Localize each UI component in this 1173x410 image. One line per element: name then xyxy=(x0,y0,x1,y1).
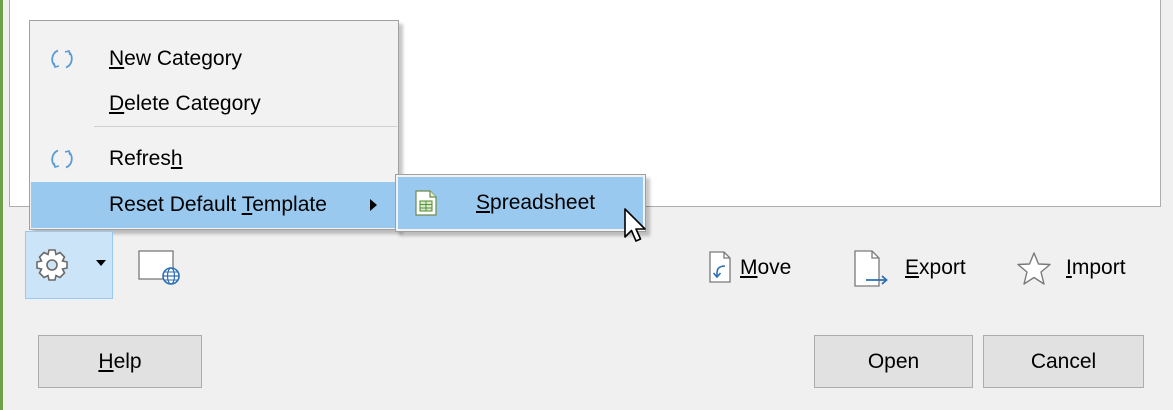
star-icon xyxy=(1017,252,1051,285)
gear-icon xyxy=(36,249,68,281)
mouse-cursor-icon xyxy=(624,208,646,242)
submenu-item-label: Spreadsheet xyxy=(476,191,596,214)
menu-item-new-category[interactable]: New Category xyxy=(31,37,397,81)
menu-item-label: Delete Category xyxy=(109,92,261,115)
menu-item-label: Refresh xyxy=(109,147,183,170)
settings-menu-button[interactable] xyxy=(25,231,113,299)
move-label: Move xyxy=(740,256,792,279)
menu-separator xyxy=(94,126,397,127)
refresh-icon xyxy=(51,149,73,169)
import-button[interactable]: Import xyxy=(1014,247,1144,287)
browse-online-templates-button[interactable] xyxy=(135,245,185,285)
menu-item-label: Reset Default Template xyxy=(109,193,327,216)
help-button[interactable]: Help xyxy=(38,335,202,388)
menu-item-delete-category[interactable]: Delete Category xyxy=(31,82,397,126)
globe-document-icon xyxy=(138,250,180,285)
import-label: Import xyxy=(1066,256,1126,279)
export-label: Export xyxy=(905,256,966,279)
move-button[interactable]: Move xyxy=(707,247,807,287)
chevron-down-icon xyxy=(96,260,106,266)
cancel-button[interactable]: Cancel xyxy=(983,335,1144,388)
menu-item-label: New Category xyxy=(109,47,243,70)
menu-item-reset-default-template[interactable]: Reset Default Template xyxy=(31,182,397,228)
settings-menu: New Category Delete Category Refresh Res… xyxy=(29,20,399,230)
export-document-icon xyxy=(854,250,888,287)
open-button[interactable]: Open xyxy=(814,335,973,388)
move-document-icon xyxy=(709,251,731,283)
menu-item-refresh[interactable]: Refresh xyxy=(31,137,397,181)
spreadsheet-icon xyxy=(415,190,437,216)
reset-template-submenu: Spreadsheet xyxy=(395,174,646,232)
refresh-icon xyxy=(51,49,73,69)
window-left-edge xyxy=(0,0,3,410)
submenu-arrow-icon xyxy=(370,199,377,211)
export-button[interactable]: Export xyxy=(852,247,974,287)
submenu-item-spreadsheet[interactable]: Spreadsheet xyxy=(398,177,643,229)
